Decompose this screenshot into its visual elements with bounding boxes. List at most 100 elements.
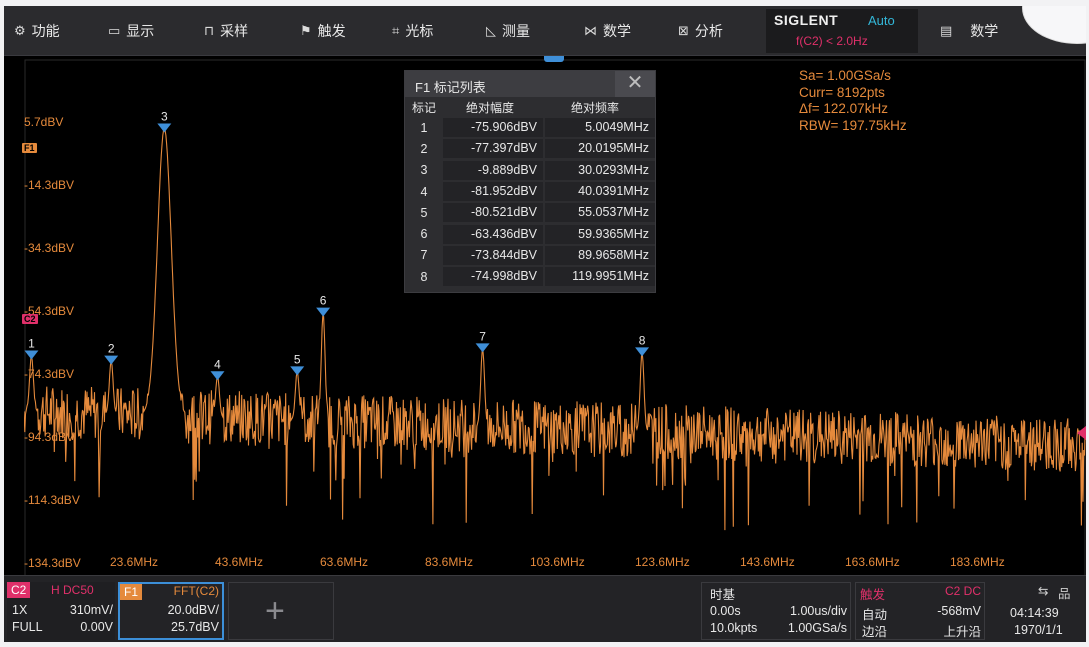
menu-function[interactable]: ⚙ 功能 bbox=[14, 20, 60, 42]
column-frequency: 绝对频率 bbox=[570, 100, 619, 115]
add-icon: + bbox=[265, 592, 285, 630]
peak-label-2: 2 bbox=[108, 342, 115, 356]
menu-measure[interactable]: ◺ 测量 bbox=[486, 20, 530, 42]
y-tick-label: -74.3dBV bbox=[24, 367, 75, 381]
sample-icon: ⊓ bbox=[204, 23, 215, 38]
brand-panel: SIGLENT Auto f(C2) < 2.0Hz bbox=[766, 9, 918, 53]
row-mark: 5 bbox=[420, 205, 428, 220]
row-mark: 1 bbox=[420, 120, 428, 135]
oscilloscope-screen: ⚙ 功能 ▭ 显示 ⊓ 采样 ⚑ 触发 ⌗ 光标 ◺ 测量 ⋈ 数学 ⊠ 分析 SIGLENT … bbox=[4, 6, 1086, 642]
menu-acquire[interactable]: ⊓ 采样 bbox=[204, 20, 248, 42]
row-frequency: 5.0049MHz bbox=[545, 118, 655, 138]
row-amplitude: -9.889dBV bbox=[443, 160, 543, 180]
trigger-type: 边沿 bbox=[862, 625, 888, 639]
memory-icon: ▤ bbox=[940, 23, 953, 38]
channel-c2-panel[interactable]: C2 H DC50 1X 310mV/ FULL 0.00V bbox=[7, 582, 115, 640]
peak-label-6: 6 bbox=[320, 294, 327, 308]
trigger-title: 触发 bbox=[860, 588, 886, 602]
top-menu-bar: ⚙ 功能 ▭ 显示 ⊓ 采样 ⚑ 触发 ⌗ 光标 ◺ 测量 ⋈ 数学 ⊠ 分析 SIGLENT … bbox=[4, 6, 1086, 56]
timebase-delay: 0.00s bbox=[710, 604, 741, 618]
network-icon: 品 bbox=[1058, 587, 1071, 601]
f1-level-tag[interactable]: F1 bbox=[22, 143, 37, 153]
peak-marker-3[interactable] bbox=[157, 123, 172, 133]
peak-marker-4[interactable] bbox=[210, 371, 225, 381]
c2-scale: 310mV/ bbox=[69, 603, 113, 617]
points-readout: Curr= 8192pts bbox=[799, 84, 885, 100]
c2-probe: 1X bbox=[12, 603, 28, 617]
row-frequency: 59.9365MHz bbox=[545, 224, 655, 244]
y-tick-label: -94.3dBV bbox=[24, 430, 75, 444]
table-row[interactable]: 6 -63.436dBV 59.9365MHz bbox=[405, 223, 655, 244]
corner-overlay bbox=[1022, 6, 1086, 44]
column-amplitude: 绝对幅度 bbox=[465, 100, 514, 115]
menu-analyze[interactable]: ⊠ 分析 bbox=[678, 20, 723, 42]
peak-marker-5[interactable] bbox=[290, 366, 305, 376]
peak-label-3: 3 bbox=[161, 109, 168, 123]
timebase-points: 10.0kpts bbox=[710, 621, 758, 635]
table-row[interactable]: 2 -77.397dBV 20.0195MHz bbox=[405, 138, 655, 159]
x-tick-label: 143.6MHz bbox=[740, 555, 795, 569]
menu-display-label: 显示 bbox=[126, 23, 155, 39]
peak-label-5: 5 bbox=[294, 352, 301, 366]
peak-marker-8[interactable] bbox=[635, 347, 650, 357]
row-frequency: 89.9658MHz bbox=[545, 245, 655, 265]
mark-table-header[interactable]: F1 标记列表 ✕ bbox=[405, 71, 655, 97]
peak-marker-2[interactable] bbox=[104, 355, 119, 365]
clock-panel: ⇆ 品 04:14:39 1970/1/1 bbox=[994, 582, 1084, 640]
x-tick-label: 183.6MHz bbox=[950, 555, 1005, 569]
row-frequency: 30.0293MHz bbox=[545, 160, 655, 180]
menu-display[interactable]: ▭ 显示 bbox=[108, 20, 154, 42]
mark-table-body: 1 -75.906dBV 5.0049MHz 2 -77.397dBV 20.0195MH… bbox=[405, 117, 655, 287]
display-icon: ▭ bbox=[108, 23, 121, 38]
add-channel-button[interactable]: + bbox=[228, 582, 334, 640]
bottom-status-bar: C2 H DC50 1X 310mV/ FULL 0.00V F1 FFT(C2… bbox=[4, 575, 1086, 642]
menu-cursor[interactable]: ⌗ 光标 bbox=[392, 20, 433, 42]
row-frequency: 55.0537MHz bbox=[545, 203, 655, 223]
row-amplitude: -81.952dBV bbox=[443, 182, 543, 202]
y-tick-label: -14.3dBV bbox=[24, 178, 75, 192]
timebase-scale: 1.00us/div bbox=[790, 604, 847, 618]
horizontal-position-marker[interactable] bbox=[544, 56, 564, 62]
column-mark: 标记 bbox=[411, 100, 436, 115]
x-tick-label: 83.6MHz bbox=[425, 555, 474, 569]
fft-info-panel: Sa= 1.00GSa/s Curr= 8192pts Δf= 122.07kH… bbox=[799, 68, 907, 134]
table-row[interactable]: 3 -9.889dBV 30.0293MHz bbox=[405, 160, 655, 181]
resolution-readout: Δf= 122.07kHz bbox=[799, 101, 888, 116]
usb-icon: ⇆ bbox=[1038, 584, 1049, 598]
trigger-level-arrow[interactable] bbox=[1077, 426, 1086, 440]
measure-icon: ◺ bbox=[486, 23, 496, 38]
table-row[interactable]: 4 -81.952dBV 40.0391MHz bbox=[405, 181, 655, 202]
f1-source: FFT(C2) bbox=[173, 584, 219, 598]
sample-rate-readout: Sa= 1.00GSa/s bbox=[799, 68, 891, 83]
trigger-slope: 上升沿 bbox=[943, 625, 981, 639]
math-icon: ⋈ bbox=[584, 23, 597, 38]
table-row[interactable]: 8 -74.998dBV 119.9951MHz bbox=[405, 266, 655, 287]
menu-math[interactable]: ⋈ 数学 bbox=[584, 20, 631, 42]
peak-marker-6[interactable] bbox=[316, 307, 331, 317]
menu-math-secondary[interactable]: ▤ 数学 bbox=[940, 20, 998, 42]
table-row[interactable]: 5 -80.521dBV 55.0537MHz bbox=[405, 202, 655, 223]
close-icon[interactable]: ✕ bbox=[615, 71, 655, 97]
c2-offset: 0.00V bbox=[80, 620, 113, 634]
menu-trigger[interactable]: ⚑ 触发 bbox=[300, 20, 346, 42]
y-tick-label: 5.7dBV bbox=[24, 115, 64, 129]
row-amplitude: -73.844dBV bbox=[443, 245, 543, 265]
clock-date: 1970/1/1 bbox=[1014, 623, 1063, 637]
menu-acquire-label: 采样 bbox=[220, 23, 249, 39]
peak-label-4: 4 bbox=[214, 357, 221, 371]
table-row[interactable]: 7 -73.844dBV 89.9658MHz bbox=[405, 245, 655, 266]
timebase-rate: 1.00GSa/s bbox=[787, 621, 847, 635]
row-frequency: 20.0195MHz bbox=[545, 139, 655, 159]
y-tick-label: -114.3dBV bbox=[24, 493, 80, 507]
math-f1-panel[interactable]: F1 FFT(C2) 20.0dBV/ 25.7dBV bbox=[118, 582, 224, 640]
trigger-panel[interactable]: 触发 C2 DC 自动 -568mV 边沿 上升沿 bbox=[855, 582, 985, 640]
rbw-readout: RBW= 197.75kHz bbox=[799, 117, 907, 133]
peak-marker-1[interactable] bbox=[24, 350, 39, 360]
acquisition-mode[interactable]: Auto bbox=[868, 13, 895, 28]
menu-math-secondary-label: 数学 bbox=[970, 23, 999, 39]
timebase-panel[interactable]: 时基 0.00s 1.00us/div 10.0kpts 1.00GSa/s bbox=[701, 582, 851, 640]
x-tick-label: 163.6MHz bbox=[845, 555, 900, 569]
peak-marker-7[interactable] bbox=[475, 343, 490, 353]
c2-level-tag[interactable]: C2 bbox=[22, 314, 38, 324]
table-row[interactable]: 1 -75.906dBV 5.0049MHz bbox=[405, 117, 655, 138]
